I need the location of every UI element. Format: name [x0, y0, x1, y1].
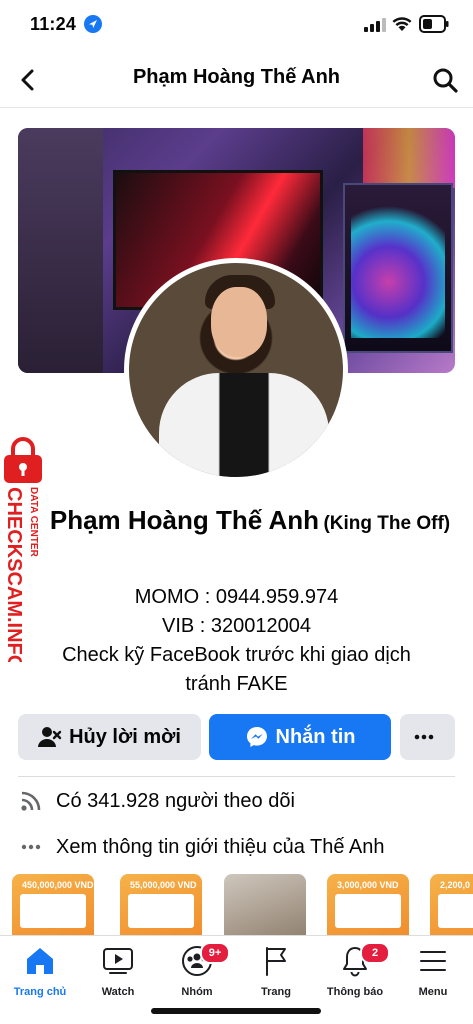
tab-notifications[interactable]: 2 Thông báo — [316, 942, 394, 998]
home-icon — [27, 948, 53, 974]
messenger-icon — [246, 727, 267, 747]
bio-line: tránh FAKE — [185, 673, 288, 695]
profile-name: Phạm Hoàng Thế Anh — [49, 505, 320, 535]
receipt-card — [335, 894, 401, 928]
tab-label: Thông báo — [326, 986, 384, 998]
bio-line: VIB : 320012004 — [161, 615, 311, 637]
about-text: Xem thông tin giới thiệu của Thế Anh — [56, 835, 385, 858]
home-indicator — [151, 1008, 321, 1014]
video-icon — [103, 948, 133, 974]
profile-header: Phạm Hoàng Thế Anh — [0, 52, 473, 108]
photo-amount: 3,000,000 VND — [337, 880, 399, 890]
receipt-card — [20, 894, 86, 928]
tab-home[interactable]: Trang chủ — [1, 942, 79, 998]
photo-strip: 450,000,000 VND 55,000,000 VND 3,000,000… — [0, 874, 473, 936]
photo-thumbnail[interactable]: 55,000,000 VND — [120, 874, 202, 936]
tab-label: Trang chủ — [13, 986, 67, 998]
message-button[interactable]: Nhắn tin — [209, 714, 391, 760]
location-arrow-icon — [84, 15, 102, 33]
message-label: Nhắn tin — [275, 725, 356, 748]
notification-badge: 9+ — [200, 942, 230, 964]
search-icon[interactable] — [431, 66, 459, 94]
tab-label: Watch — [101, 986, 135, 998]
tab-label: Menu — [418, 986, 448, 998]
followers-row[interactable]: Có 341.928 người theo dõi — [18, 786, 463, 816]
back-icon[interactable] — [14, 66, 42, 94]
status-time: 11:24 — [30, 14, 77, 34]
menu-icon — [420, 951, 446, 971]
divider — [18, 776, 455, 777]
profile-alt-name: (King The Off) — [323, 513, 451, 534]
bio-line: Check kỹ FaceBook trước khi giao dịch — [62, 644, 411, 666]
more-dots-icon — [18, 844, 44, 850]
cancel-request-label: Hủy lời mời — [69, 725, 181, 748]
photo-thumbnail[interactable]: 450,000,000 VND — [12, 874, 94, 936]
photo-amount: 2,200,0 — [440, 880, 471, 890]
followers-text: Có 341.928 người theo dõi — [56, 789, 295, 812]
wifi-icon — [392, 17, 412, 31]
battery-icon — [419, 15, 449, 33]
more-icon — [414, 734, 434, 740]
lock-icon — [4, 437, 42, 483]
photo-amount: 450,000,000 VND — [22, 880, 94, 890]
photo-thumbnail[interactable]: 3,000,000 VND — [327, 874, 409, 936]
more-options-button[interactable] — [400, 714, 455, 760]
tab-label: Nhóm — [181, 986, 213, 998]
receipt-card — [438, 894, 473, 928]
tab-menu[interactable]: Menu — [394, 942, 472, 998]
receipt-card — [128, 894, 194, 928]
photo-amount: 55,000,000 VND — [130, 880, 197, 890]
bio-line: MOMO : 0944.959.974 — [134, 586, 339, 608]
tab-pages[interactable]: Trang — [237, 942, 315, 998]
photo-thumbnail[interactable]: 2,200,0 — [430, 874, 473, 936]
cancel-request-button[interactable]: Hủy lời mời — [18, 714, 201, 760]
avatar-face — [211, 287, 267, 357]
profile-name-block: Phạm Hoàng Thế Anh (King The Off) — [40, 503, 460, 542]
profile-bio: MOMO : 0944.959.974 VIB : 320012004 Chec… — [20, 583, 453, 699]
flag-icon — [266, 947, 286, 976]
notification-badge: 2 — [360, 942, 390, 964]
followers-rss-icon — [18, 790, 44, 812]
status-bar: 11:24 — [0, 0, 473, 52]
profile-avatar[interactable] — [124, 258, 348, 482]
tab-groups[interactable]: 9+ Nhóm — [158, 942, 236, 998]
page-title: Phạm Hoàng Thế Anh — [132, 66, 341, 88]
user-cancel-icon — [38, 727, 62, 747]
tab-label: Trang — [261, 986, 291, 998]
watermark-sub-text: DATA CENTER — [28, 487, 39, 558]
cover-pc-glow — [351, 198, 445, 338]
about-row[interactable]: Xem thông tin giới thiệu của Thế Anh — [18, 832, 463, 862]
cover-lights — [363, 128, 455, 188]
avatar-shirt — [159, 373, 329, 477]
signal-icon — [364, 18, 386, 32]
tab-watch[interactable]: Watch — [79, 942, 157, 998]
cover-curtain — [18, 128, 103, 373]
photo-thumbnail[interactable] — [224, 874, 306, 936]
